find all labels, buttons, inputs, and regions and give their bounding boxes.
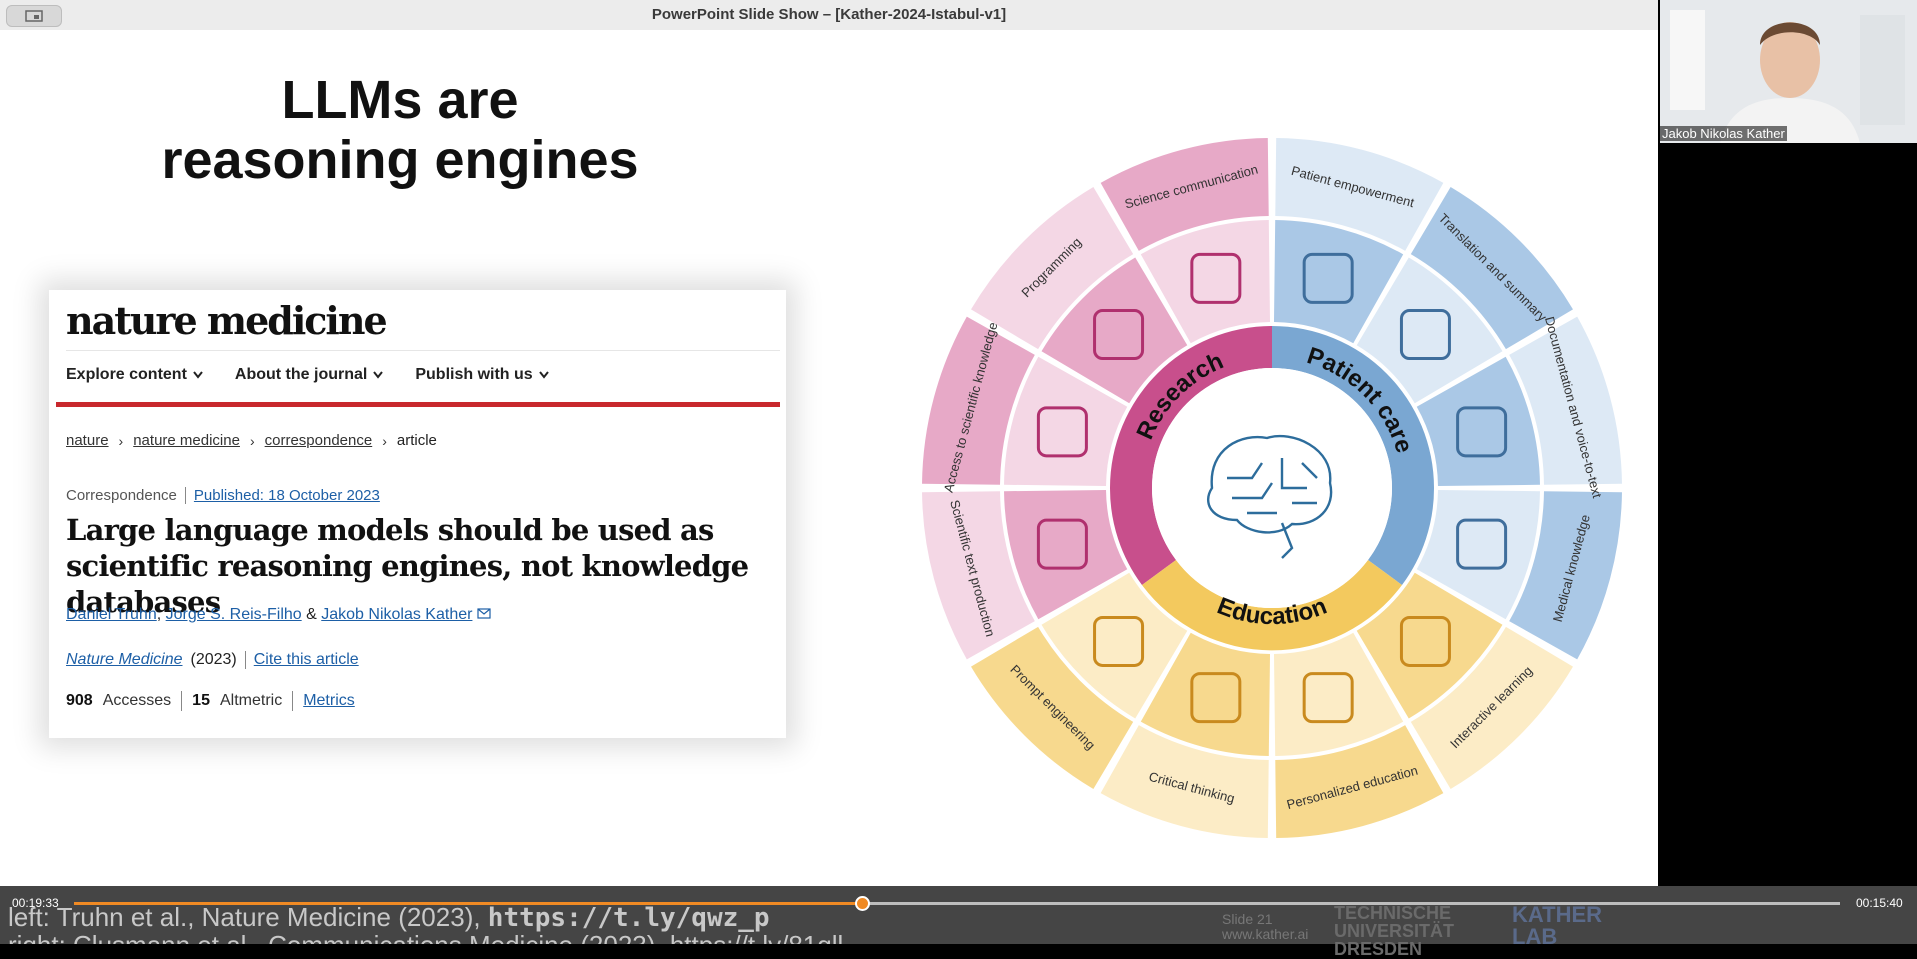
header-divider <box>66 350 780 351</box>
progress-fill <box>74 902 862 905</box>
article-metrics: 908 Accesses 15 Altmetric Metrics <box>66 691 355 711</box>
cite-article-link[interactable]: Cite this article <box>244 651 359 669</box>
tud-logo-line1: TECHNISCHE <box>1334 903 1452 923</box>
kather-logo-line1: KATHER <box>1512 902 1603 927</box>
wheel-center <box>1152 368 1392 608</box>
journal-nav: Explore content About the journal Publis… <box>66 366 549 384</box>
window-title: PowerPoint Slide Show – [Kather-2024-Ist… <box>651 6 1007 23</box>
breadcrumb-article: article <box>396 432 437 449</box>
metrics-divider <box>292 691 294 711</box>
accesses-label: Accesses <box>102 692 172 709</box>
elapsed-time: 00:19:33 <box>12 896 59 910</box>
publication-year: (2023) <box>190 651 237 668</box>
chevron-down-icon <box>373 371 384 379</box>
altmetric-label: Altmetric <box>219 692 283 709</box>
remaining-time: 00:15:40 <box>1856 896 1903 910</box>
slide-caption-line2: right: Clusmann et al., Communications M… <box>8 930 843 944</box>
accesses-count: 908 <box>66 692 93 709</box>
nav-label: About the journal <box>234 366 368 383</box>
slide-caption-line1: left: Truhn et al., Nature Medicine (202… <box>8 902 770 933</box>
slide-title: LLMs are reasoning engines <box>100 70 700 190</box>
tud-logo: TECHNISCHE UNIVERSITÄT DRESDEN <box>1334 904 1454 958</box>
website-label: www.kather.ai <box>1222 926 1309 942</box>
chevron-down-icon <box>193 371 203 379</box>
email-icon[interactable] <box>477 608 491 619</box>
nav-explore-content[interactable]: Explore content <box>66 366 203 384</box>
participant-name: Jakob Nikolas Kather <box>1660 126 1787 141</box>
article-meta: Correspondence Published: 18 October 202… <box>66 487 380 504</box>
article-screenshot: nature medicine Explore content About th… <box>49 290 786 738</box>
altmetric-count: 15 <box>192 692 210 709</box>
tud-logo-line3: DRESDEN <box>1334 939 1423 959</box>
tud-logo-line2: UNIVERSITÄT <box>1334 921 1455 941</box>
llm-applications-wheel: Research Patient care Education Science … <box>922 138 1622 838</box>
window-titlebar: PowerPoint Slide Show – [Kather-2024-Ist… <box>0 0 1658 31</box>
nav-about-journal[interactable]: About the journal <box>234 366 384 384</box>
citation-line: Nature Medicine (2023) Cite this article <box>66 651 359 669</box>
chevron-right-icon: › <box>382 432 387 449</box>
slide-number: Slide 21 www.kather.ai <box>1222 912 1308 942</box>
journal-logo: nature medicine <box>66 298 388 343</box>
author-separator: , <box>156 606 162 623</box>
kather-logo-line2: LAB <box>1512 924 1558 949</box>
breadcrumb-nature[interactable]: nature <box>66 432 109 449</box>
progress-scrubber[interactable] <box>74 896 1840 911</box>
slide-number-label: Slide 21 <box>1222 911 1273 927</box>
breadcrumb-correspondence[interactable]: correspondence <box>265 432 373 449</box>
article-type: Correspondence <box>66 487 177 504</box>
author-link[interactable]: Jorge S. Reis-Filho <box>166 606 302 623</box>
nav-label: Publish with us <box>415 366 533 383</box>
breadcrumb-nature-medicine[interactable]: nature medicine <box>133 432 240 449</box>
caption1-text: left: Truhn et al., Nature Medicine (202… <box>8 902 488 932</box>
author-list: Daniel Truhn, Jorge S. Reis-Filho & Jako… <box>66 606 491 624</box>
author-link[interactable]: Daniel Truhn <box>66 606 157 623</box>
nav-accent-bar <box>56 402 780 407</box>
presenter-video-icon <box>1660 0 1917 143</box>
nav-label: Explore content <box>66 366 187 383</box>
slide-canvas: LLMs are reasoning engines nature medici… <box>0 30 1658 886</box>
metrics-link[interactable]: Metrics <box>303 692 355 710</box>
chevron-right-icon: › <box>249 432 255 449</box>
slide-title-line2: reasoning engines <box>161 130 639 190</box>
chevron-right-icon: › <box>118 432 124 449</box>
kather-lab-logo: KATHER LAB <box>1512 904 1602 948</box>
author-separator: & <box>306 606 317 623</box>
published-date-link[interactable]: Published: 18 October 2023 <box>184 487 380 504</box>
playback-bar: left: Truhn et al., Nature Medicine (202… <box>0 886 1917 958</box>
webcam-video: Jakob Nikolas Kather <box>1660 0 1917 143</box>
metrics-divider <box>181 691 183 711</box>
author-link[interactable]: Jakob Nikolas Kather <box>321 606 472 623</box>
scrubber-handle[interactable] <box>854 896 870 911</box>
journal-name-link[interactable]: Nature Medicine <box>66 651 183 669</box>
caption1-link: https://t.ly/qwz_p <box>487 903 770 933</box>
nav-publish-with-us[interactable]: Publish with us <box>415 366 549 384</box>
article-title: Large language models should be used as … <box>66 513 749 619</box>
chevron-down-icon <box>538 371 549 379</box>
breadcrumb: nature › nature medicine › correspondenc… <box>66 432 437 449</box>
slide-title-line1: LLMs are <box>281 70 519 130</box>
